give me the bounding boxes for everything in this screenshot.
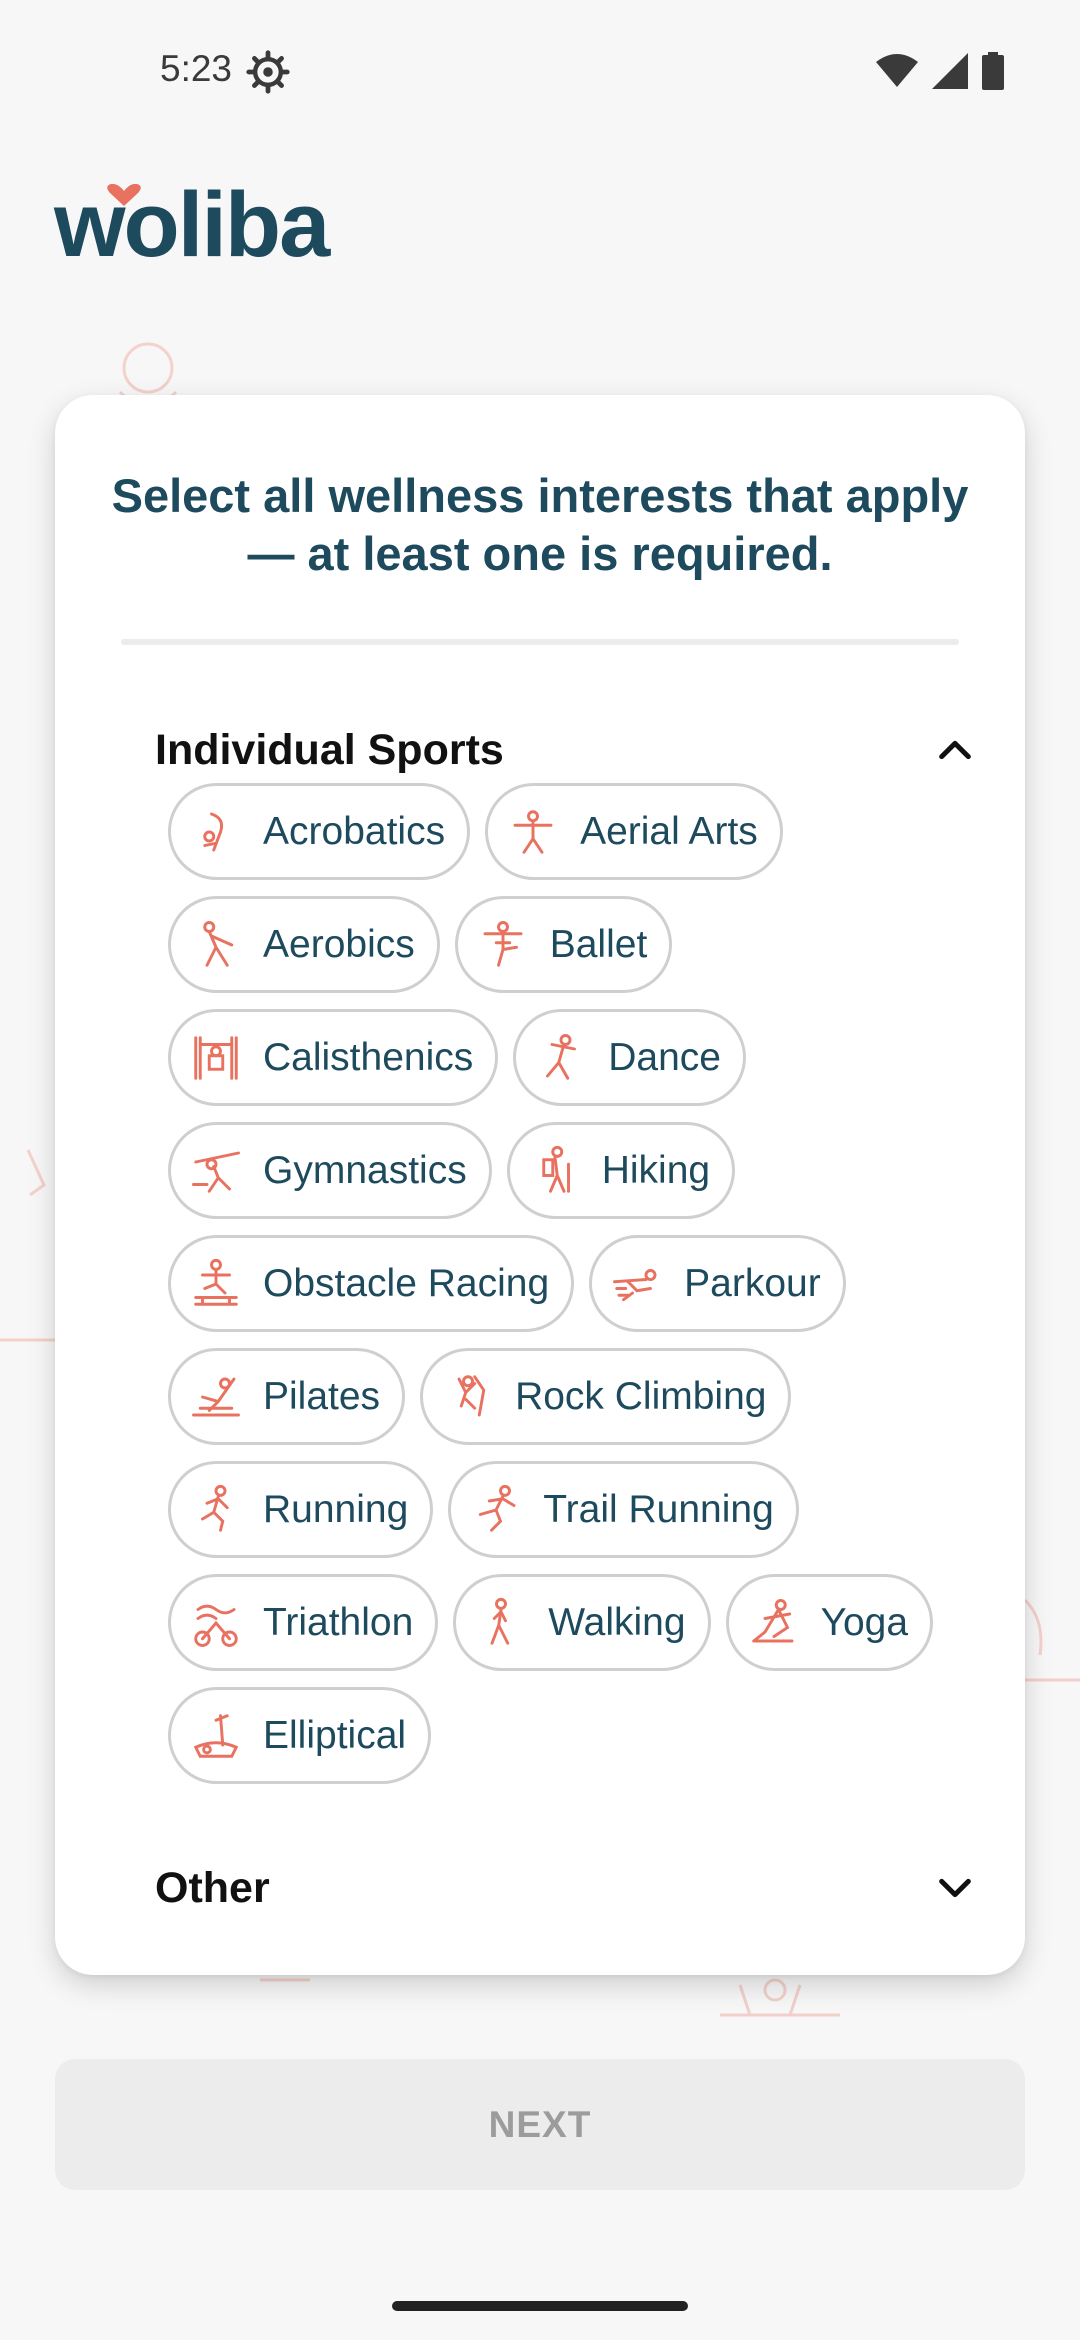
chip-label: Parkour xyxy=(684,1261,821,1305)
status-time: 5:23 xyxy=(160,48,233,89)
calisthenics-icon xyxy=(194,1035,238,1080)
chip-trail-running[interactable]: Trail Running xyxy=(448,1461,799,1558)
woliba-logo: woliba xyxy=(54,174,374,276)
cellular-signal-icon xyxy=(932,53,968,89)
chip-calisthenics[interactable]: Calisthenics xyxy=(168,1009,499,1106)
chip-running[interactable]: Running xyxy=(168,1461,434,1558)
aerobics-icon xyxy=(203,920,234,967)
chip-row: Running Trail Running xyxy=(168,1461,978,1558)
interests-card: Select all wellness interests that apply… xyxy=(55,395,1025,1975)
chip-label: Aerobics xyxy=(263,922,415,966)
chip-label: Aerial Arts xyxy=(580,809,758,853)
chip-label: Ballet xyxy=(549,922,648,966)
chip-row: Acrobatics Aerial Arts xyxy=(168,783,978,880)
battery-icon xyxy=(982,52,1004,90)
next-button-label: NEXT xyxy=(488,2103,592,2145)
chip-walking[interactable]: Walking xyxy=(453,1574,711,1671)
chip-aerobics[interactable]: Aerobics xyxy=(168,896,440,993)
triathlon-icon xyxy=(194,1604,238,1647)
chip-row: Triathlon Walking Yoga xyxy=(168,1574,978,1671)
next-button[interactable]: NEXT xyxy=(55,2059,1025,2190)
chip-yoga[interactable]: Yoga xyxy=(725,1574,934,1671)
chip-obstacle-racing[interactable]: Obstacle Racing xyxy=(168,1235,575,1332)
chip-hiking[interactable]: Hiking xyxy=(506,1122,736,1219)
chip-label: Acrobatics xyxy=(263,809,446,853)
chip-parkour[interactable]: Parkour xyxy=(589,1235,846,1332)
chip-label: Gymnastics xyxy=(263,1148,467,1192)
running-icon xyxy=(201,1484,229,1532)
rock-climbing-icon xyxy=(457,1374,486,1416)
section-title: Individual Sports xyxy=(155,725,504,774)
screen: 5:23 woliba Select all wellness interest… xyxy=(0,0,1080,2340)
chip-label: Triathlon xyxy=(263,1600,414,1644)
chip-ballet[interactable]: Ballet xyxy=(454,896,673,993)
chip-label: Calisthenics xyxy=(263,1035,474,1079)
chip-label: Dance xyxy=(608,1035,721,1079)
chip-row: Aerobics Ballet xyxy=(168,896,978,993)
section-header-individual-sports[interactable]: Individual Sports xyxy=(155,715,975,785)
divider xyxy=(121,639,959,645)
chip-triathlon[interactable]: Triathlon xyxy=(168,1574,439,1671)
chip-label: Pilates xyxy=(263,1374,381,1418)
walking-icon xyxy=(490,1597,510,1645)
parkour-icon xyxy=(613,1268,657,1301)
chip-row: Gymnastics Hiking xyxy=(168,1122,978,1219)
chip-label: Yoga xyxy=(820,1600,909,1644)
chip-elliptical[interactable]: Elliptical xyxy=(168,1687,432,1784)
logo-heart-icon xyxy=(107,184,141,206)
yoga-icon xyxy=(751,1598,794,1642)
interest-chip-list: Acrobatics Aerial Arts Aerobics Ballet C… xyxy=(168,783,978,1800)
elliptical-icon xyxy=(193,1713,239,1758)
chip-rock-climbing[interactable]: Rock Climbing xyxy=(420,1348,792,1445)
status-icons xyxy=(876,52,1004,90)
chip-row: Elliptical xyxy=(168,1687,978,1784)
hiking-icon xyxy=(541,1145,570,1193)
obstacle-racing-icon xyxy=(194,1258,238,1306)
dance-icon xyxy=(546,1033,577,1080)
chevron-down-icon[interactable] xyxy=(935,1868,975,1908)
chip-acrobatics[interactable]: Acrobatics xyxy=(168,783,471,880)
section-header-other[interactable]: Other xyxy=(155,1853,975,1923)
section-title: Other xyxy=(155,1863,270,1912)
chip-label: Hiking xyxy=(601,1148,711,1192)
settings-gear-icon xyxy=(246,50,290,94)
aerial-arts-icon xyxy=(513,809,553,854)
wifi-icon xyxy=(876,54,918,87)
trail-running-icon xyxy=(479,1484,516,1532)
gymnastics-icon xyxy=(192,1151,240,1193)
logo-text: woliba xyxy=(54,174,330,276)
chip-row: Obstacle Racing Parkour xyxy=(168,1235,978,1332)
chip-gymnastics[interactable]: Gymnastics xyxy=(168,1122,492,1219)
pilates-icon xyxy=(192,1377,240,1416)
chip-aerial-arts[interactable]: Aerial Arts xyxy=(485,783,783,880)
card-title: Select all wellness interests that apply… xyxy=(111,469,969,580)
chip-label: Obstacle Racing xyxy=(263,1261,550,1305)
chip-pilates[interactable]: Pilates xyxy=(168,1348,406,1445)
chip-dance[interactable]: Dance xyxy=(513,1009,746,1106)
chip-label: Running xyxy=(263,1487,409,1531)
chip-label: Elliptical xyxy=(263,1713,407,1757)
status-bar: 5:23 xyxy=(0,0,1080,140)
chip-label: Rock Climbing xyxy=(515,1374,767,1418)
acrobatics-icon xyxy=(203,812,224,851)
ballet-icon xyxy=(483,920,523,967)
home-indicator[interactable] xyxy=(392,2301,688,2311)
chip-row: Pilates Rock Climbing xyxy=(168,1348,978,1445)
chip-label: Walking xyxy=(548,1600,686,1644)
chip-row: Calisthenics Dance xyxy=(168,1009,978,1106)
chevron-up-icon[interactable] xyxy=(935,730,975,770)
chip-label: Trail Running xyxy=(543,1487,774,1531)
